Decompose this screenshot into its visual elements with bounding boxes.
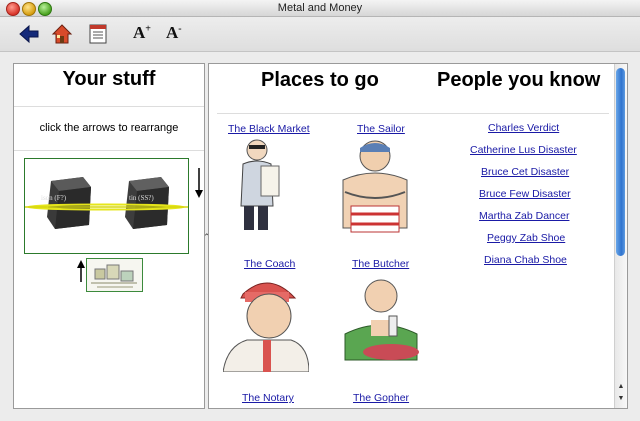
iron-ingot-icon[interactable]: [43, 173, 93, 231]
home-icon[interactable]: [51, 23, 73, 45]
butcher-picture[interactable]: [337, 274, 427, 366]
people-heading: People you know: [437, 69, 601, 91]
scrollbar-thumb[interactable]: [616, 68, 625, 256]
place-link-gopher[interactable]: The Gopher: [353, 392, 409, 404]
person-link[interactable]: Bruce Few Disaster: [479, 188, 571, 200]
divider: [14, 150, 204, 151]
scroll-down-arrow-icon[interactable]: ▼: [616, 394, 626, 404]
sailor-picture[interactable]: [335, 136, 415, 240]
place-link-sailor[interactable]: The Sailor: [357, 123, 405, 135]
font-decrease-button[interactable]: A-: [166, 23, 182, 43]
inventory-arrange-box[interactable]: ison (F?) tin (SS?): [24, 158, 189, 254]
places-heading: Places to go: [261, 69, 379, 91]
toolbar: A+ A-: [0, 17, 640, 52]
place-link-black-market[interactable]: The Black Market: [228, 123, 310, 135]
divider: [14, 106, 204, 107]
person-link[interactable]: Bruce Cet Disaster: [481, 166, 569, 178]
tin-ingot-icon[interactable]: [121, 173, 171, 231]
font-increase-button[interactable]: A+: [133, 23, 151, 43]
balance-ring: [25, 203, 188, 211]
divider: [217, 113, 609, 114]
places-people-panel: Places to go People you know The Black M…: [208, 63, 628, 409]
app-window: Metal and Money A+ A- Your stuff click t…: [0, 0, 640, 421]
coach-picture[interactable]: [223, 272, 309, 372]
place-link-coach[interactable]: The Coach: [244, 258, 295, 270]
rearrange-hint: click the arrows to rearrange: [39, 122, 179, 134]
place-link-notary[interactable]: The Notary: [242, 392, 294, 404]
scroll-up-arrow-icon[interactable]: ▲: [616, 382, 626, 392]
notes-icon[interactable]: [87, 23, 109, 45]
place-link-butcher[interactable]: The Butcher: [352, 258, 409, 270]
vertical-scrollbar[interactable]: ▲ ▼: [614, 64, 627, 408]
window-title: Metal and Money: [277, 2, 363, 14]
move-up-arrow-icon[interactable]: [76, 260, 86, 282]
move-down-arrow-icon[interactable]: [194, 168, 204, 198]
your-stuff-panel: Your stuff click the arrows to rearrange…: [13, 63, 205, 409]
back-arrow-icon[interactable]: [18, 23, 40, 45]
map-thumbnail[interactable]: [86, 258, 143, 292]
person-link[interactable]: Charles Verdict: [488, 122, 559, 134]
iron-label: ison (F?): [41, 194, 67, 202]
person-link[interactable]: Peggy Zab Shoe: [487, 232, 565, 244]
title-bar: Metal and Money: [0, 0, 640, 17]
your-stuff-heading: Your stuff: [62, 68, 156, 90]
person-link[interactable]: Catherine Lus Disaster: [470, 144, 577, 156]
person-link[interactable]: Martha Zab Dancer: [479, 210, 569, 222]
black-market-picture[interactable]: [235, 136, 291, 234]
tin-label: tin (SS?): [129, 194, 154, 202]
person-link[interactable]: Diana Chab Shoe: [484, 254, 567, 266]
